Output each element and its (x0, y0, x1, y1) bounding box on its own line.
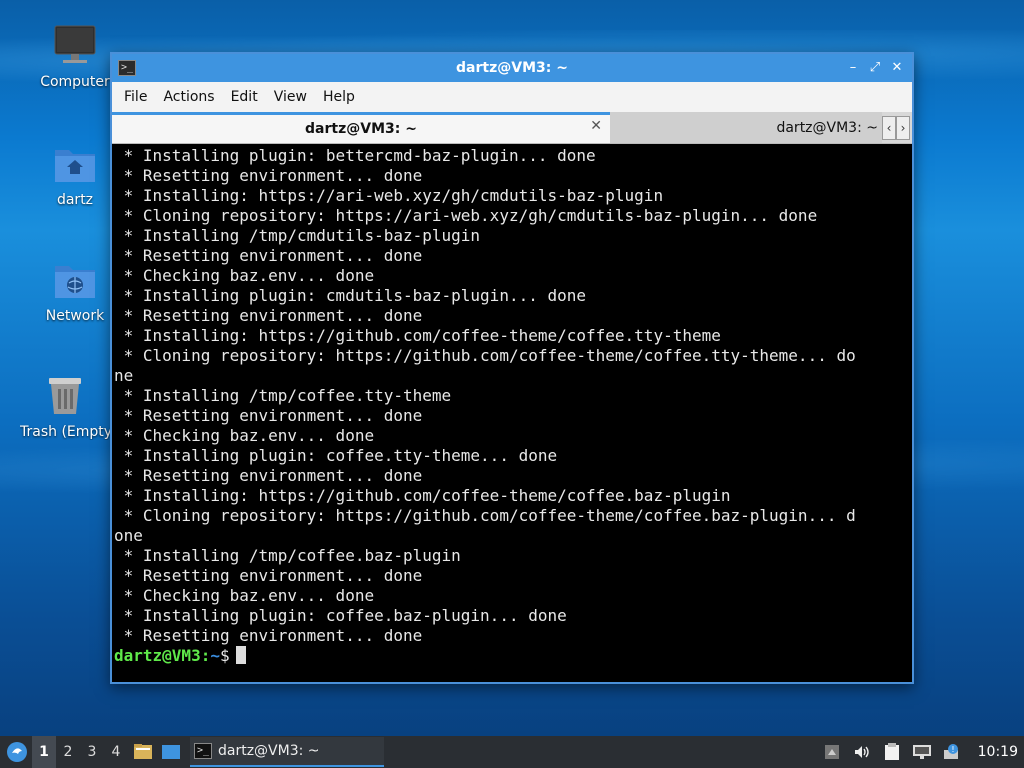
terminal-line: * Cloning repository: https://github.com… (114, 346, 856, 365)
tab-close-icon[interactable]: ✕ (590, 118, 602, 134)
desktop-icon-home[interactable]: dartz (27, 140, 123, 208)
terminal-line: * Checking baz.env... done (114, 586, 375, 605)
clipboard-indicator[interactable] (882, 742, 902, 762)
tab-bar: dartz@VM3: ~ ✕ dartz@VM3: ~ ‹ › (112, 112, 912, 144)
terminal-line: * Installing plugin: coffee.baz-plugin..… (114, 606, 567, 625)
prompt-path: ~ (210, 646, 220, 665)
svg-text:!: ! (951, 745, 954, 754)
tab-label: dartz@VM3: ~ (776, 119, 878, 136)
tab-scroll-left-icon[interactable]: ‹ (882, 116, 896, 140)
minimize-button[interactable]: – (844, 59, 862, 77)
clipboard-icon (884, 743, 899, 760)
desktop-icon (162, 745, 180, 759)
wired-network-icon (912, 745, 931, 759)
file-manager-icon (134, 744, 152, 759)
prompt-symbol: $ (219, 646, 230, 665)
network-indicator[interactable] (912, 742, 932, 762)
taskbar: 1234 >_ dartz@VM3: ~ ! 10:19 (0, 736, 1024, 768)
terminal-line: * Resetting environment... done (114, 566, 423, 585)
taskbar-task-terminal[interactable]: >_ dartz@VM3: ~ (190, 737, 384, 767)
prompt-user: dartz@VM3 (114, 646, 201, 665)
terminal-line: * Installing plugin: bettercmd-baz-plugi… (114, 146, 596, 165)
taskbar-clock[interactable]: 10:19 (978, 744, 1018, 760)
terminal-line: * Resetting environment... done (114, 406, 423, 425)
desktop-icon-trash[interactable]: Trash (Empty) (20, 372, 110, 440)
computer-icon (54, 25, 96, 63)
terminal-output[interactable]: * Installing plugin: bettercmd-baz-plugi… (112, 144, 912, 682)
terminal-cursor (235, 646, 246, 664)
terminal-line: * Checking baz.env... done (114, 426, 375, 445)
terminal-line: * Cloning repository: https://github.com… (114, 506, 856, 525)
menu-bar: File Actions Edit View Help (112, 82, 912, 112)
terminal-line: * Installing /tmp/coffee.baz-plugin (114, 546, 461, 565)
system-tray: ! 10:19 (822, 742, 1024, 762)
terminal-line: * Cloning repository: https://ari-web.xy… (114, 206, 818, 225)
window-titlebar[interactable]: >_ dartz@VM3: ~ – ⤢ ✕ (112, 54, 912, 82)
trash-icon (49, 378, 81, 414)
desktop-icon-network[interactable]: Network (27, 256, 123, 324)
terminal-line: * Installing: https://ari-web.xyz/gh/cmd… (114, 186, 664, 205)
terminal-line: * Installing plugin: cmdutils-baz-plugin… (114, 286, 587, 305)
terminal-line: * Resetting environment... done (114, 466, 423, 485)
menu-help[interactable]: Help (315, 89, 363, 105)
app-menu-icon (7, 742, 27, 762)
home-folder-icon (55, 150, 95, 182)
terminal-line: * Resetting environment... done (114, 166, 423, 185)
workspace-2[interactable]: 2 (56, 736, 80, 768)
indicator-icon (824, 745, 839, 759)
menu-edit[interactable]: Edit (223, 89, 266, 105)
terminal-line: * Resetting environment... done (114, 246, 423, 265)
workspace-1[interactable]: 1 (32, 736, 56, 768)
volume-control[interactable] (852, 742, 872, 762)
terminal-line: * Resetting environment... done (114, 626, 423, 645)
terminal-app-icon[interactable]: >_ (118, 60, 136, 76)
terminal-line: * Installing plugin: coffee.tty-theme...… (114, 446, 558, 465)
window-title: dartz@VM3: ~ (456, 60, 568, 76)
terminal-line: one (114, 526, 143, 545)
workspace-3[interactable]: 3 (80, 736, 104, 768)
desktop-icon-label: Network (45, 308, 105, 324)
terminal-line: * Installing: https://github.com/coffee-… (114, 486, 731, 505)
terminal-line: * Installing: https://github.com/coffee-… (114, 326, 721, 345)
terminal-line: * Checking baz.env... done (114, 266, 375, 285)
tab-scroll-right-icon[interactable]: › (896, 116, 910, 140)
workspace-4[interactable]: 4 (104, 736, 128, 768)
tab-terminal-2[interactable]: dartz@VM3: ~ (610, 112, 882, 143)
tray-app-indicator[interactable] (822, 742, 842, 762)
volume-icon (854, 746, 869, 758)
terminal-line: * Resetting environment... done (114, 306, 423, 325)
menu-view[interactable]: View (266, 89, 315, 105)
desktop-icon-computer[interactable]: Computer (27, 22, 123, 90)
terminal-task-icon: >_ (194, 743, 212, 759)
menu-actions[interactable]: Actions (155, 89, 222, 105)
desktop-icon-label: Trash (Empty) (20, 424, 110, 440)
notification-indicator[interactable]: ! (942, 742, 962, 762)
network-folder-icon (55, 266, 95, 298)
terminal-prompt: dartz@VM3:~$ (114, 646, 912, 666)
tab-terminal-1[interactable]: dartz@VM3: ~ ✕ (112, 112, 610, 143)
tab-label: dartz@VM3: ~ (305, 121, 417, 137)
terminal-line: * Installing /tmp/cmdutils-baz-plugin (114, 226, 481, 245)
start-menu-button[interactable] (2, 737, 32, 767)
terminal-line: ne (114, 366, 134, 385)
desktop-icon-label: dartz (56, 192, 94, 208)
maximize-button[interactable]: ⤢ (866, 59, 884, 77)
terminal-window[interactable]: >_ dartz@VM3: ~ – ⤢ ✕ File Actions Edit … (110, 52, 914, 684)
close-button[interactable]: ✕ (888, 59, 906, 77)
task-label: dartz@VM3: ~ (218, 743, 320, 759)
show-desktop-button[interactable] (158, 739, 184, 765)
menu-file[interactable]: File (116, 89, 155, 105)
notification-icon: ! (943, 744, 958, 759)
desktop-icon-label: Computer (40, 74, 110, 90)
file-manager-launcher[interactable] (130, 739, 156, 765)
prompt-separator: : (200, 646, 211, 665)
terminal-line: * Installing /tmp/coffee.tty-theme (114, 386, 452, 405)
